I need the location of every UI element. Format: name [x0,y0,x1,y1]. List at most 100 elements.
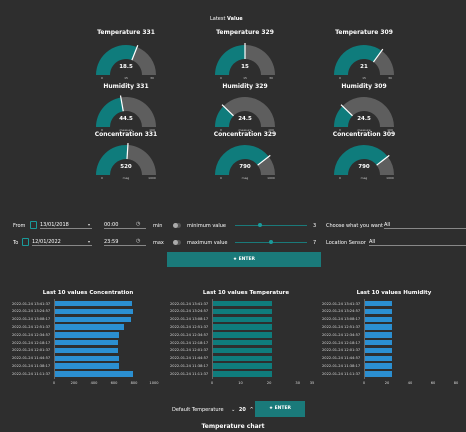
default-temperature-label: Default Temperature [172,407,224,413]
chart-bar [212,355,272,361]
chart-row-label: 2022-01-24 13:41:37 [12,301,51,306]
temperature-chart-title: Last 10 values Temperature [202,290,290,296]
chart-tick-label: 20 [266,381,272,385]
gauge-title: Humidity 309 [341,83,387,90]
chart-row-label: 2022-01-24 11:11:37 [170,371,209,376]
chart-bar [54,363,119,369]
chart-row-label: 2022-01-24 11:38:17 [170,363,209,368]
chart-bar [364,355,393,361]
concentration-chart-title: Last 10 values Concentration [42,290,134,296]
chart-bar [212,324,272,330]
gauge-title: Concentration 331 [94,131,158,138]
maximum-toggle[interactable] [173,240,181,245]
minimum-value-label: minimum value [187,223,226,229]
max-label: max [153,240,164,246]
chart-tick-label: 0 [52,381,56,385]
chart-row-label: 2022-01-24 11:44:57 [170,356,209,361]
to-label: To [13,240,19,246]
chevron-down-icon[interactable]: ▾ [88,222,90,227]
chart-row-label: 2022-01-24 12:51:37 [170,324,209,329]
chart-tick-label: 35 [309,381,315,385]
minimum-toggle[interactable] [173,223,181,228]
chart-tick-label: 0 [362,381,366,385]
chart-row-label: 2022-01-24 11:11:37 [12,371,51,376]
chart-bar [212,332,272,338]
from-date-input[interactable]: 13/01/2018 [40,222,92,229]
chart-bar [54,308,133,315]
gauge-max-label: 30 [150,76,154,80]
minimum-slider[interactable] [235,225,307,226]
gauge-mid-label: 15 [362,76,366,80]
gauge-min-label: 0 [339,176,341,180]
chart-bar [364,316,393,322]
gauge-min-label: 0 [101,176,103,180]
chart-bar [54,340,118,346]
clock-icon[interactable]: ◷ [136,221,140,227]
gauge-max-label: 1000 [386,176,394,180]
bottom-enter-button[interactable]: ★ ENTER [255,401,305,417]
gauge-track [245,45,275,75]
chart-tick-label: 10 [238,381,243,385]
gauge-value: 21 [360,64,368,70]
chart-row-label: 2022-01-24 13:08:17 [322,317,361,322]
chart-bar [212,363,272,369]
gauge-title: Humidity 331 [103,83,149,90]
chart-tick-label: 200 [70,381,78,385]
to-date-input[interactable]: 12/01/2022 [32,239,92,246]
chart-bar [54,347,118,354]
chart-row-label: 2022-01-24 12:51:37 [12,324,51,329]
chart-bar [212,301,272,307]
latest-value-label: Value [227,16,243,22]
chart-bar [212,340,272,346]
gauge-mid-label: mag [360,176,368,180]
chevron-up-icon[interactable]: ^ [249,407,253,413]
chart-row-label: 2022-01-24 11:38:17 [322,363,361,368]
chart-row-label: 2022-01-24 13:41:37 [322,301,361,306]
gauge-value: 790 [239,164,251,170]
chart-bar [364,324,393,330]
gauge-min-label: 0 [220,76,222,80]
maximum-value-label: maximum value [187,240,228,246]
gauge-max-label: 1000 [267,176,275,180]
gauge-title: Concentration 329 [213,131,277,138]
chart-bar [54,301,132,307]
chart-row-label: 2022-01-24 11:44:57 [322,356,361,361]
chart-bar [212,371,272,377]
chart-bar [364,347,393,354]
chart-row-label: 2022-01-24 12:01:37 [322,348,361,353]
gauge-mid-label: 15 [124,76,128,80]
chart-row-label: 2022-01-24 12:18:17 [12,340,51,345]
gauge-value: 18.5 [119,64,133,70]
calendar-icon[interactable] [22,238,29,246]
gauge-value: 44.5 [119,116,133,122]
chart-bar [54,371,133,377]
chart-row-label: 2022-01-24 13:24:57 [322,309,361,314]
gauge-value: 15 [241,64,249,70]
chart-bar [212,308,272,315]
enter-button[interactable]: ★ ENTER [167,252,321,267]
humidity-chart-title: Last 10 values Humidity [356,290,432,296]
location-select[interactable]: All [369,239,466,246]
gauge-max-label: 30 [388,76,392,80]
maximum-slider-thumb[interactable] [269,240,273,244]
clock-icon[interactable]: ◷ [136,238,140,244]
chart-tick-label: 600 [110,381,118,385]
choose-select[interactable]: All [384,222,466,229]
default-temperature-select[interactable]: Default Temperature ⌄ 20 ^ [172,407,254,413]
calendar-icon[interactable] [30,221,37,229]
gauge-mid-label: mag [241,176,249,180]
chevron-down-icon[interactable]: ▾ [88,239,90,244]
count-value: 20 [238,407,246,413]
chart-bar [364,301,393,307]
enter-button-label: ENTER [238,257,256,262]
gauge-title: Humidity 329 [222,83,268,90]
location-label: Location Sensor [326,240,366,246]
chart-row-label: 2022-01-24 12:34:57 [322,332,361,337]
gauge-value: 520 [120,164,132,170]
chart-bar [54,316,131,322]
gauge-max-label: 30 [269,76,273,80]
chevron-down-icon[interactable]: ⌄ [231,407,235,413]
minimum-slider-thumb[interactable] [258,223,263,227]
chart-bar [364,340,393,346]
chart-row-label: 2022-01-24 12:34:57 [12,332,51,337]
